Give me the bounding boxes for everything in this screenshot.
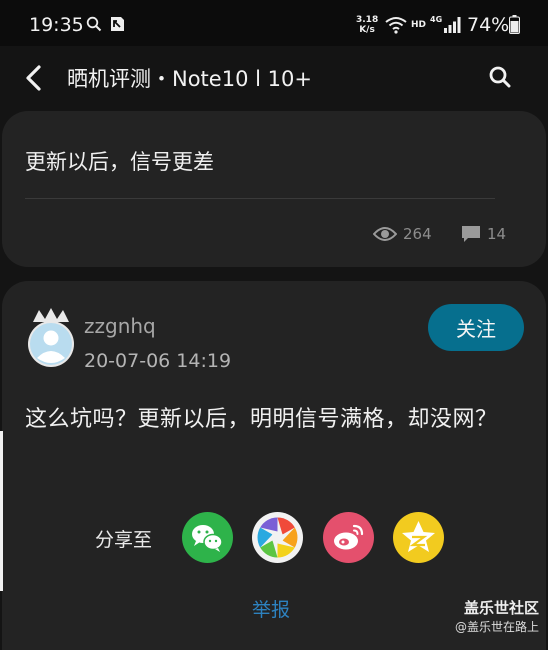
moments-icon xyxy=(257,517,298,558)
qzone-icon xyxy=(402,521,435,552)
username[interactable]: zzgnhq xyxy=(84,314,156,338)
post-card: 更新以后，信号更差 264 14 xyxy=(2,111,546,267)
signal-icon xyxy=(444,17,461,33)
share-weibo-button[interactable] xyxy=(323,512,374,563)
report-link[interactable]: 举报 xyxy=(252,595,290,622)
eye-icon xyxy=(373,227,397,241)
chevron-left-icon[interactable] xyxy=(22,64,46,92)
share-qzone-button[interactable] xyxy=(393,512,444,563)
battery-percent: 74% xyxy=(467,14,510,36)
share-moments-button[interactable] xyxy=(252,512,303,563)
comment-icon xyxy=(462,226,480,242)
network-speed: 3.18 K/s xyxy=(356,15,378,35)
comment-count-value: 14 xyxy=(487,225,507,243)
share-wechat-button[interactable] xyxy=(182,512,233,563)
watermark: 盖乐世社区 @盖乐世在路上 xyxy=(455,598,539,636)
battery-icon xyxy=(509,15,520,34)
status-bar: 19:35 3.18 K/s HD 4G 74% xyxy=(0,0,548,46)
view-count-value: 264 xyxy=(403,225,432,243)
watermark-title: 盖乐世社区 xyxy=(463,599,539,617)
network-type: 4G xyxy=(430,15,443,24)
watermark-subtitle: @盖乐世在路上 xyxy=(454,620,539,634)
follow-button[interactable]: 关注 xyxy=(428,304,524,351)
avatar[interactable] xyxy=(25,306,77,368)
search-icon xyxy=(86,16,102,32)
network-speed-unit: K/s xyxy=(359,25,375,35)
status-time: 19:35 xyxy=(29,14,84,36)
wechat-icon xyxy=(192,525,223,552)
share-label: 分享至 xyxy=(95,529,153,551)
reply-card: zzgnhq 20-07-06 14:19 关注 这么坑吗？更新以后，明明信号满… xyxy=(2,281,546,650)
comment-count: 14 xyxy=(461,223,506,245)
crown-icon xyxy=(33,308,69,322)
weibo-icon xyxy=(334,524,364,550)
hd-indicator: HD xyxy=(411,20,427,30)
page-title: 晒机评测・Note10 l 10+ xyxy=(67,67,312,91)
reply-timestamp: 20-07-06 14:19 xyxy=(84,350,232,372)
reply-content: 这么坑吗？更新以后，明明信号满格，却没网？ xyxy=(25,407,498,432)
search-icon[interactable] xyxy=(487,64,513,90)
post-title: 更新以后，信号更差 xyxy=(25,150,214,174)
network-speed-value: 3.18 xyxy=(356,15,379,25)
app-notification-icon xyxy=(111,17,124,31)
nav-bar: 晒机评测・Note10 l 10+ xyxy=(0,46,548,110)
edge-indicator xyxy=(0,431,3,591)
wifi-icon xyxy=(385,17,407,34)
divider xyxy=(25,198,495,199)
view-count: 264 xyxy=(373,223,432,245)
